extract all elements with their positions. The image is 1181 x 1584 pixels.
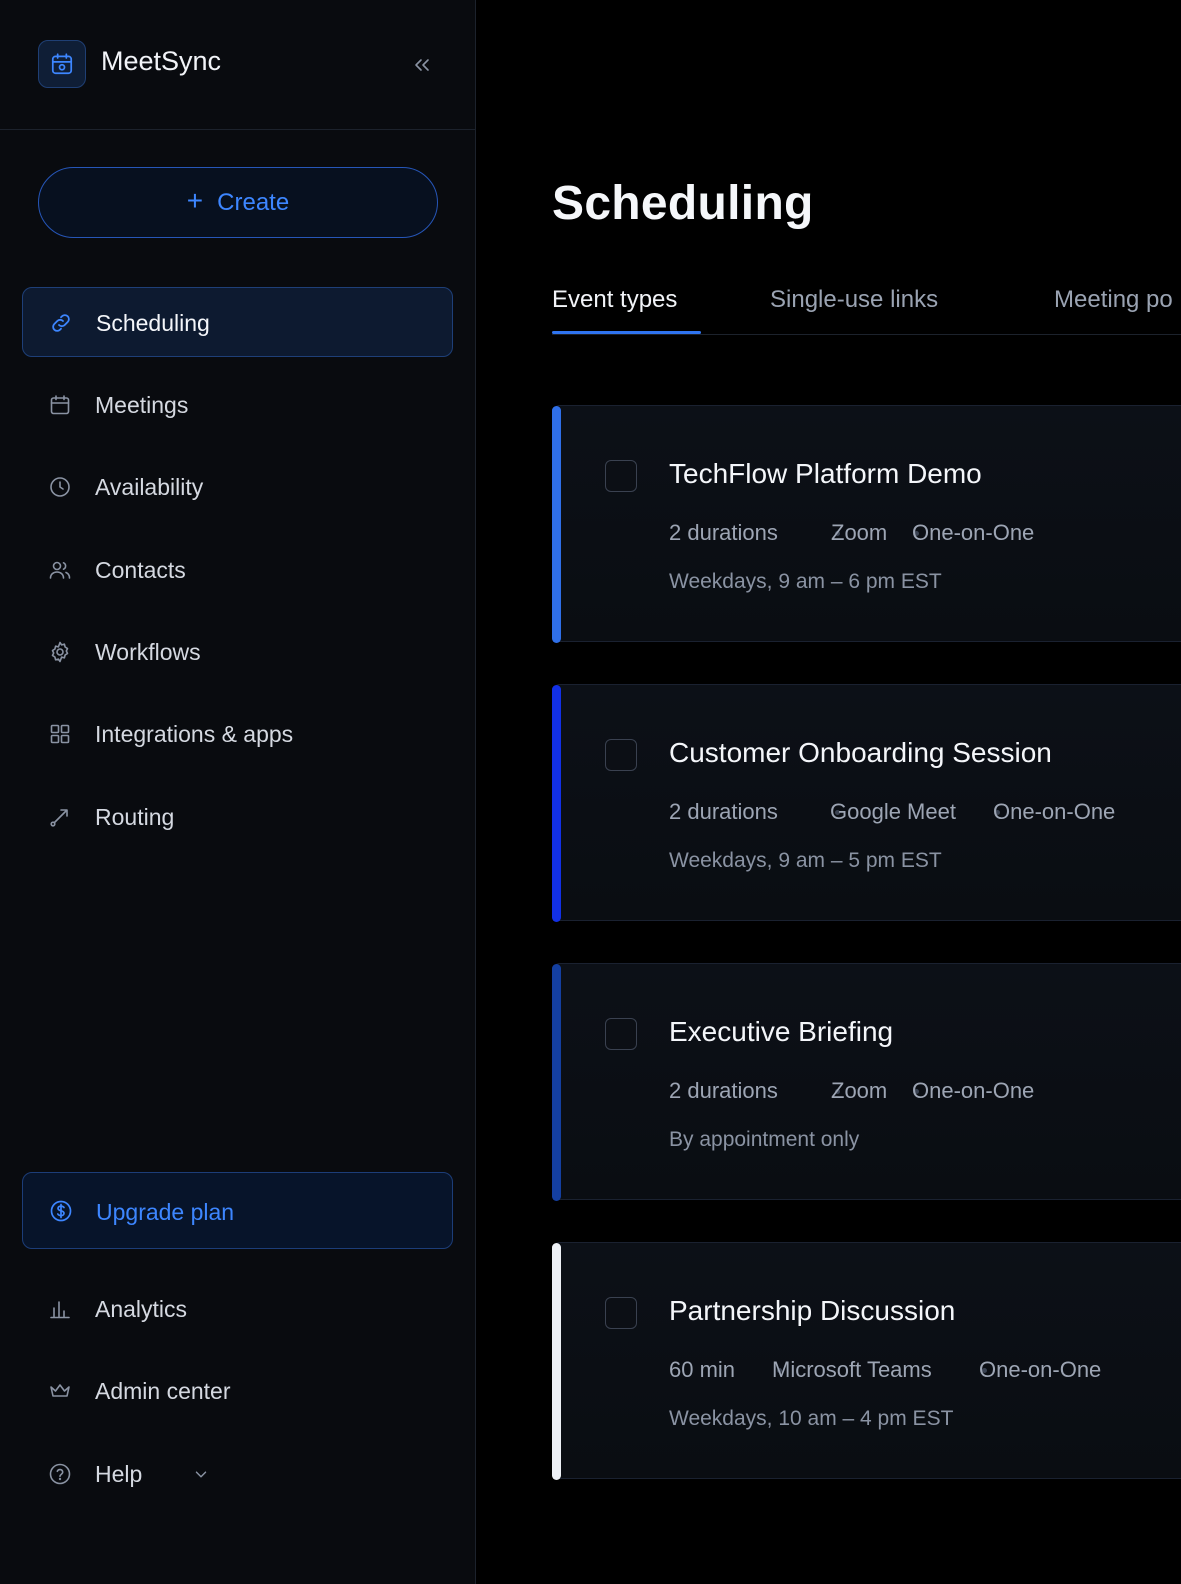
- upgrade-plan-button[interactable]: Upgrade plan: [22, 1172, 453, 1249]
- collapse-sidebar-button[interactable]: [409, 52, 435, 78]
- event-schedule: By appointment only: [669, 1128, 860, 1151]
- event-card[interactable]: TechFlow Platform Demo 2 durations Zoom …: [552, 405, 1181, 643]
- event-location: Microsoft Teams: [772, 1357, 932, 1382]
- event-color-bar: [552, 1243, 561, 1480]
- sidebar-item-availability[interactable]: Availability: [22, 452, 453, 522]
- main-content: Scheduling Event types Single-use links …: [476, 0, 1181, 1584]
- event-color-bar: [552, 964, 561, 1201]
- help-icon: [49, 1463, 71, 1485]
- upgrade-plan-label: Upgrade plan: [96, 1199, 235, 1225]
- sidebar-item-scheduling[interactable]: Scheduling: [22, 287, 453, 357]
- sidebar-item-contacts[interactable]: Contacts: [22, 535, 453, 605]
- app-root: MeetSync + Create Scheduling Meetings Av…: [0, 0, 1181, 1584]
- sidebar-item-label: Help: [95, 1461, 143, 1487]
- event-duration: 2 durations: [669, 799, 778, 824]
- users-icon: [49, 561, 71, 579]
- brand-header: MeetSync: [0, 0, 475, 130]
- tab-meeting-polls[interactable]: Meeting po: [1054, 286, 1173, 314]
- sidebar-item-meetings[interactable]: Meetings: [22, 370, 453, 440]
- event-title: TechFlow Platform Demo: [669, 458, 982, 489]
- event-card[interactable]: Customer Onboarding Session 2 durations …: [552, 684, 1181, 922]
- sidebar-item-label: Analytics: [95, 1296, 188, 1322]
- dollar-circle-icon: [50, 1200, 72, 1222]
- gear-icon: [51, 641, 69, 663]
- sidebar-item-label: Meetings: [95, 392, 189, 418]
- grid-icon: [50, 724, 70, 744]
- chevron-down-icon[interactable]: [192, 1465, 210, 1483]
- create-button[interactable]: + Create: [38, 167, 438, 238]
- tab-single-use-links[interactable]: Single-use links: [770, 286, 938, 314]
- event-type: One-on-One: [912, 520, 1035, 545]
- create-button-label: Create: [217, 188, 290, 216]
- event-title: Customer Onboarding Session: [669, 737, 1052, 768]
- plus-icon: +: [186, 185, 204, 216]
- event-color-bar: [552, 685, 561, 922]
- event-type: One-on-One: [912, 1078, 1035, 1103]
- event-checkbox[interactable]: [605, 460, 637, 492]
- sidebar-item-label: Admin center: [95, 1378, 231, 1404]
- event-schedule: Weekdays, 10 am – 4 pm EST: [669, 1407, 954, 1430]
- calendar-icon: [50, 395, 70, 415]
- clock-icon: [50, 477, 70, 497]
- tab-event-types[interactable]: Event types: [552, 286, 677, 314]
- event-card[interactable]: Executive Briefing 2 durations Zoom One-…: [552, 963, 1181, 1201]
- sidebar-item-label: Workflows: [95, 639, 201, 665]
- calendar-logo-icon: [38, 40, 86, 88]
- event-location: Google Meet: [830, 799, 956, 824]
- sidebar: MeetSync + Create Scheduling Meetings Av…: [0, 0, 476, 1584]
- event-type: One-on-One: [993, 799, 1116, 824]
- crown-icon: [50, 1384, 70, 1397]
- event-duration: 2 durations: [669, 1078, 778, 1103]
- event-card[interactable]: Partnership Discussion 60 min Microsoft …: [552, 1242, 1181, 1480]
- sidebar-item-label: Routing: [95, 804, 175, 830]
- sidebar-item-label: Contacts: [95, 557, 186, 583]
- event-duration: 2 durations: [669, 520, 778, 545]
- sidebar-item-label: Integrations & apps: [95, 721, 294, 747]
- active-tab-indicator: [552, 331, 701, 334]
- event-title: Executive Briefing: [669, 1016, 894, 1047]
- event-schedule: Weekdays, 9 am – 6 pm EST: [669, 570, 942, 593]
- event-checkbox[interactable]: [605, 739, 637, 771]
- sidebar-item-label: Availability: [95, 474, 204, 500]
- page-title: Scheduling: [552, 177, 814, 230]
- event-checkbox[interactable]: [605, 1297, 637, 1329]
- sidebar-item-help[interactable]: Help: [22, 1439, 453, 1509]
- event-location: Zoom: [831, 520, 888, 545]
- sidebar-item-integrations[interactable]: Integrations & apps: [22, 699, 453, 769]
- bar-chart-icon: [50, 1301, 70, 1319]
- sidebar-item-workflows[interactable]: Workflows: [22, 617, 453, 687]
- chevrons-left-icon: [415, 59, 429, 71]
- event-type: One-on-One: [979, 1357, 1102, 1382]
- event-duration: 60 min: [669, 1357, 736, 1382]
- event-color-bar: [552, 406, 561, 643]
- routing-icon: [50, 809, 68, 827]
- app-name: MeetSync: [101, 46, 222, 76]
- event-title: Partnership Discussion: [669, 1295, 956, 1326]
- event-location: Zoom: [831, 1078, 888, 1103]
- sidebar-item-analytics[interactable]: Analytics: [22, 1274, 453, 1344]
- sidebar-item-routing[interactable]: Routing: [22, 782, 453, 852]
- link-icon: [52, 314, 70, 332]
- event-schedule: Weekdays, 9 am – 5 pm EST: [669, 849, 942, 872]
- sidebar-item-label: Scheduling: [96, 310, 210, 336]
- tab-bar: Event types Single-use links Meeting po: [552, 282, 1181, 335]
- sidebar-item-admin-center[interactable]: Admin center: [22, 1356, 453, 1426]
- event-checkbox[interactable]: [605, 1018, 637, 1050]
